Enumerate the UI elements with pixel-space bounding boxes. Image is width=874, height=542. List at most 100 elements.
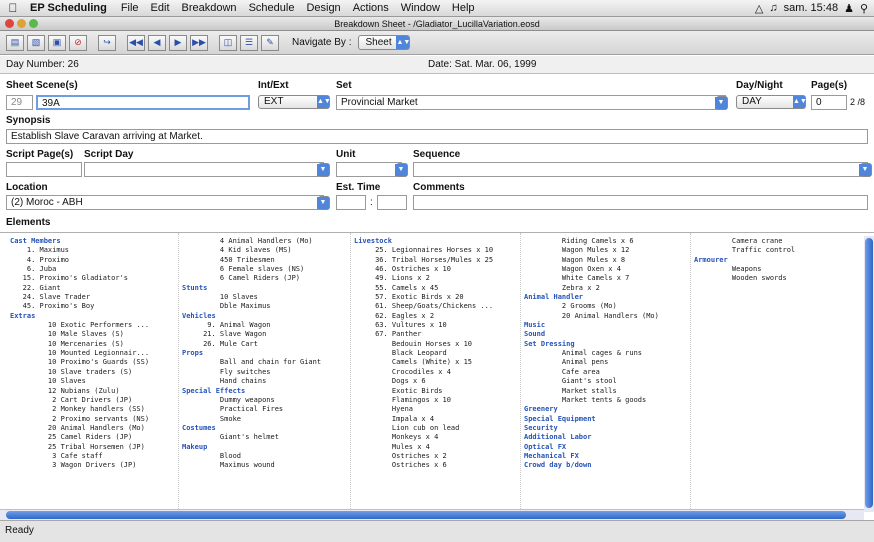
element-item[interactable]: Giant's stool xyxy=(524,377,688,386)
wifi-icon[interactable]: △ xyxy=(755,2,763,15)
element-item[interactable]: Weapons xyxy=(694,265,860,274)
element-item[interactable]: 25 Camel Riders (JP) xyxy=(10,433,176,442)
element-item[interactable]: 10 Mercenaries (S) xyxy=(10,340,176,349)
element-item[interactable]: 6 Female slaves (NS) xyxy=(182,265,348,274)
element-item[interactable]: Market stalls xyxy=(524,387,688,396)
list-view-icon[interactable]: ☰ xyxy=(240,34,258,51)
previous-record-icon[interactable]: ◀ xyxy=(148,34,166,51)
next-record-icon[interactable]: ▶ xyxy=(169,34,187,51)
element-item[interactable]: 20 Animal Handlers (Mo) xyxy=(10,424,176,433)
element-item[interactable]: Impala x 4 xyxy=(354,415,518,424)
element-item[interactable]: 26. Mule Cart xyxy=(182,340,348,349)
element-item[interactable]: 2 Grooms (Mo) xyxy=(524,302,688,311)
element-item[interactable]: 45. Proximo's Boy xyxy=(10,302,176,311)
menu-edit[interactable]: Edit xyxy=(145,2,176,14)
unit-input[interactable] xyxy=(336,162,402,177)
delete-sheet-icon[interactable]: ⊘ xyxy=(69,34,87,51)
apple-icon[interactable]:  xyxy=(0,1,26,15)
location-dropdown-button[interactable]: ▼ xyxy=(317,196,330,210)
element-item[interactable]: Traffic control xyxy=(694,246,860,255)
element-item[interactable]: 10 Slaves xyxy=(10,377,176,386)
element-item[interactable]: 36. Tribal Horses/Mules x 25 xyxy=(354,256,518,265)
element-item[interactable]: 46. Ostriches x 10 xyxy=(354,265,518,274)
element-item[interactable]: Black Leopard xyxy=(354,349,518,358)
element-item[interactable]: Ostriches x 6 xyxy=(354,461,518,470)
clock[interactable]: sam. 15:48 xyxy=(784,2,838,14)
new-sheet-icon[interactable]: ▤ xyxy=(6,34,24,51)
element-item[interactable]: 2 Monkey handlers (SS) xyxy=(10,405,176,414)
sequence-input[interactable] xyxy=(413,162,868,177)
menu-file[interactable]: File xyxy=(115,2,145,14)
insert-sheet-icon[interactable]: ↪ xyxy=(98,34,116,51)
scenes-input[interactable]: 39A xyxy=(36,95,250,110)
element-item[interactable]: Animal pens xyxy=(524,358,688,367)
synopsis-input[interactable]: Establish Slave Caravan arriving at Mark… xyxy=(6,129,868,144)
element-item[interactable]: 49. Lions x 2 xyxy=(354,274,518,283)
element-item[interactable]: Mules x 4 xyxy=(354,443,518,452)
menu-schedule[interactable]: Schedule xyxy=(243,2,301,14)
element-item[interactable]: 24. Slave Trader xyxy=(10,293,176,302)
element-item[interactable]: 4 Animal Handlers (Mo) xyxy=(182,237,348,246)
element-item[interactable]: Maximus wound xyxy=(182,461,348,470)
element-item[interactable]: 2 Cart Drivers (JP) xyxy=(10,396,176,405)
element-item[interactable]: 1. Maximus xyxy=(10,246,176,255)
element-item[interactable]: Market tents & goods xyxy=(524,396,688,405)
element-item[interactable]: 57. Exotic Birds x 20 xyxy=(354,293,518,302)
element-item[interactable]: 67. Panther xyxy=(354,330,518,339)
script-pages-input[interactable] xyxy=(6,162,82,177)
element-item[interactable]: Fly switches xyxy=(182,368,348,377)
element-item[interactable]: 61. Sheep/Goats/Chickens ... xyxy=(354,302,518,311)
menu-actions[interactable]: Actions xyxy=(347,2,395,14)
element-item[interactable]: 10 Slave traders (S) xyxy=(10,368,176,377)
script-day-input[interactable] xyxy=(84,162,324,177)
element-item[interactable]: 55. Camels x 45 xyxy=(354,284,518,293)
element-item[interactable]: Exotic Birds xyxy=(354,387,518,396)
element-item[interactable]: Zebra x 2 xyxy=(524,284,688,293)
element-item[interactable]: Camera crane xyxy=(694,237,860,246)
element-item[interactable]: 450 Tribesmen xyxy=(182,256,348,265)
element-item[interactable]: Dogs x 6 xyxy=(354,377,518,386)
navigate-by-select[interactable]: Sheet ▲▼ xyxy=(358,35,411,50)
comments-input[interactable] xyxy=(413,195,868,210)
pages-input[interactable]: 0 xyxy=(811,95,847,110)
element-item[interactable]: 4 Kid slaves (MS) xyxy=(182,246,348,255)
element-item[interactable]: Wagon Mules x 8 xyxy=(524,256,688,265)
menu-help[interactable]: Help xyxy=(446,2,481,14)
element-item[interactable]: 12 Nubians (Zulu) xyxy=(10,387,176,396)
sheet-number-field[interactable]: 29 xyxy=(6,95,33,110)
element-item[interactable]: 9. Animal Wagon xyxy=(182,321,348,330)
sequence-dropdown-button[interactable]: ▼ xyxy=(859,163,872,177)
app-menu[interactable]: EP Scheduling xyxy=(26,2,115,14)
day-night-select[interactable]: DAY ▲▼ xyxy=(736,95,807,109)
element-item[interactable]: 21. Slave Wagon xyxy=(182,330,348,339)
est-time-hours-input[interactable] xyxy=(336,195,366,210)
int-ext-select[interactable]: EXT ▲▼ xyxy=(258,95,331,109)
element-item[interactable]: 63. Vultures x 10 xyxy=(354,321,518,330)
element-item[interactable]: 10 Exotic Performers ... xyxy=(10,321,176,330)
element-item[interactable]: 20 Animal Handlers (Mo) xyxy=(524,312,688,321)
element-item[interactable]: 25 Tribal Horsemen (JP) xyxy=(10,443,176,452)
scrollbar-thumb[interactable] xyxy=(865,238,873,508)
copy-sheet-icon[interactable]: ▣ xyxy=(48,34,66,51)
set-dropdown-button[interactable]: ▼ xyxy=(715,96,728,110)
element-item[interactable]: Ostriches x 2 xyxy=(354,452,518,461)
elements-list[interactable]: Cast Members 1. Maximus 4. Proximo 6. Ju… xyxy=(0,232,874,519)
edit-pencil-icon[interactable]: ✎ xyxy=(261,34,279,51)
unit-dropdown-button[interactable]: ▼ xyxy=(395,163,408,177)
element-item[interactable]: 10 Male Slaves (S) xyxy=(10,330,176,339)
element-item[interactable]: 10 Slaves xyxy=(182,293,348,302)
scrollbar-thumb[interactable] xyxy=(6,511,846,519)
element-item[interactable]: Wooden swords xyxy=(694,274,860,283)
element-item[interactable]: Riding Camels x 6 xyxy=(524,237,688,246)
element-item[interactable]: Hyena xyxy=(354,405,518,414)
element-item[interactable]: 6 Camel Riders (JP) xyxy=(182,274,348,283)
element-item[interactable]: Camels (White) x 15 xyxy=(354,358,518,367)
user-icon[interactable]: ♟ xyxy=(844,2,854,15)
element-item[interactable]: Practical Fires xyxy=(182,405,348,414)
menu-design[interactable]: Design xyxy=(300,2,346,14)
element-item[interactable]: 62. Eagles x 2 xyxy=(354,312,518,321)
menu-window[interactable]: Window xyxy=(395,2,446,14)
element-item[interactable]: White Camels x 7 xyxy=(524,274,688,283)
element-item[interactable]: Wagon Mules x 12 xyxy=(524,246,688,255)
first-record-icon[interactable]: ◀◀ xyxy=(127,34,145,51)
